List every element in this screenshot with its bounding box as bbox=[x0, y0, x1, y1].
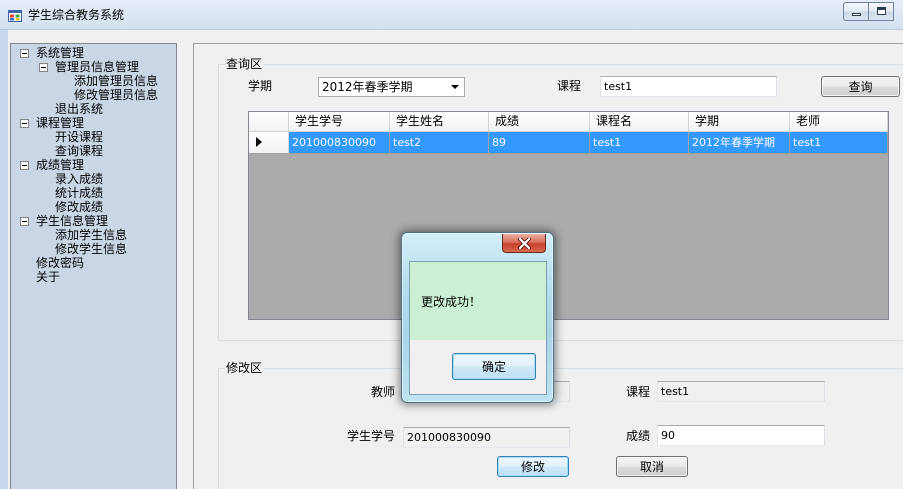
chevron-down-icon[interactable] bbox=[451, 85, 459, 89]
minimize-icon bbox=[852, 13, 861, 16]
modify-course-field[interactable] bbox=[657, 381, 825, 402]
tree-node-admin-info-management[interactable]: 管理员信息管理 bbox=[11, 60, 176, 74]
tree-node-label[interactable]: 管理员信息管理 bbox=[55, 60, 139, 74]
tree-node-edit-admin-info[interactable]: 修改管理员信息 bbox=[11, 88, 176, 102]
row-header[interactable] bbox=[249, 132, 289, 154]
table-cell[interactable]: test1 bbox=[590, 132, 689, 154]
tree-node-enter-scores[interactable]: 录入成绩 bbox=[11, 172, 176, 186]
modify-button[interactable]: 修改 bbox=[497, 456, 569, 477]
cancel-button[interactable]: 取消 bbox=[616, 456, 688, 477]
tree-node-add-admin-info[interactable]: 添加管理员信息 bbox=[11, 74, 176, 88]
search-button[interactable]: 查询 bbox=[821, 76, 900, 97]
column-header-teacher[interactable]: 老师 bbox=[790, 112, 888, 132]
collapse-icon[interactable] bbox=[20, 217, 29, 226]
course-label: 课程 bbox=[557, 79, 582, 93]
tree-node-label[interactable]: 系统管理 bbox=[36, 46, 84, 60]
tree-node-label[interactable]: 修改学生信息 bbox=[55, 242, 127, 256]
tree-node-label[interactable]: 录入成绩 bbox=[55, 172, 103, 186]
tree-node-label[interactable]: 修改成绩 bbox=[55, 200, 103, 214]
grid-body: 201000830090 test2 89 test1 2012年春季学期 te… bbox=[249, 132, 888, 154]
ok-button[interactable]: 确定 bbox=[452, 353, 536, 380]
term-select[interactable]: 2012年春季学期 bbox=[318, 77, 465, 97]
collapse-icon[interactable] bbox=[39, 63, 48, 72]
tree-node-label[interactable]: 成绩管理 bbox=[36, 158, 84, 172]
tree-node-change-password[interactable]: 修改密码 bbox=[11, 256, 176, 270]
maximize-button[interactable] bbox=[868, 2, 894, 21]
tree-node-edit-scores[interactable]: 修改成绩 bbox=[11, 200, 176, 214]
triangle-right-icon bbox=[256, 137, 262, 147]
table-cell[interactable]: 89 bbox=[489, 132, 590, 154]
column-header-student-id[interactable]: 学生学号 bbox=[289, 112, 390, 132]
collapse-icon[interactable] bbox=[20, 49, 29, 58]
table-cell[interactable]: test2 bbox=[390, 132, 489, 154]
score-field[interactable] bbox=[657, 425, 825, 446]
navigation-tree[interactable]: 系统管理 管理员信息管理 添加管理员信息 修改管理员信息 退出系统 课程管理 开… bbox=[10, 43, 177, 489]
student-id-label: 学生学号 bbox=[347, 429, 396, 443]
tree-node-open-course[interactable]: 开设课程 bbox=[11, 130, 176, 144]
tree-node-label[interactable]: 修改管理员信息 bbox=[74, 88, 158, 102]
modify-course-label: 课程 bbox=[626, 385, 651, 399]
maximize-icon bbox=[877, 7, 886, 15]
student-id-field[interactable] bbox=[403, 427, 570, 448]
tree-node-edit-student-info[interactable]: 修改学生信息 bbox=[11, 242, 176, 256]
table-row[interactable]: 201000830090 test2 89 test1 2012年春季学期 te… bbox=[249, 132, 888, 154]
tree-node-course-management[interactable]: 课程管理 bbox=[11, 116, 176, 130]
column-header-course-name[interactable]: 课程名 bbox=[590, 112, 689, 132]
column-header-score[interactable]: 成绩 bbox=[489, 112, 590, 132]
tree-node-add-student-info[interactable]: 添加学生信息 bbox=[11, 228, 176, 242]
tree-node-label[interactable]: 课程管理 bbox=[36, 116, 84, 130]
dialog-content: 更改成功！ 确定 bbox=[409, 261, 547, 395]
tree-node-label[interactable]: 统计成绩 bbox=[55, 186, 103, 200]
tree-node-system-management[interactable]: 系统管理 bbox=[11, 46, 176, 60]
collapse-icon[interactable] bbox=[20, 161, 29, 170]
tree-node-label[interactable]: 退出系统 bbox=[55, 102, 103, 116]
tree-node-label[interactable]: 开设课程 bbox=[55, 130, 103, 144]
dialog-close-button[interactable] bbox=[502, 234, 546, 253]
modify-group-title: 修改区 bbox=[225, 361, 264, 375]
tree-node-about[interactable]: 关于 bbox=[11, 270, 176, 284]
table-cell[interactable]: test1 bbox=[790, 132, 888, 154]
tree-node-label[interactable]: 关于 bbox=[36, 270, 60, 284]
title-bar[interactable] bbox=[0, 0, 903, 30]
tree-node-label[interactable]: 添加管理员信息 bbox=[74, 74, 158, 88]
collapse-icon[interactable] bbox=[20, 119, 29, 128]
tree-node-score-statistics[interactable]: 统计成绩 bbox=[11, 186, 176, 200]
window-title: 学生综合教务系统 bbox=[28, 8, 125, 22]
minimize-button[interactable] bbox=[843, 2, 869, 21]
dialog-message: 更改成功！ bbox=[421, 295, 482, 309]
tree-node-query-course[interactable]: 查询课程 bbox=[11, 144, 176, 158]
grid-header-corner bbox=[249, 112, 289, 132]
grid-header-row: 学生学号 学生姓名 成绩 课程名 学期 老师 bbox=[249, 112, 888, 132]
term-label: 学期 bbox=[248, 79, 273, 93]
tree-node-label[interactable]: 查询课程 bbox=[55, 144, 103, 158]
column-header-term[interactable]: 学期 bbox=[689, 112, 790, 132]
app-icon[interactable] bbox=[8, 9, 22, 23]
tree-node-label[interactable]: 添加学生信息 bbox=[55, 228, 127, 242]
tree-node-label[interactable]: 修改密码 bbox=[36, 256, 84, 270]
teacher-label: 教师 bbox=[371, 385, 396, 399]
tree-node-label[interactable]: 学生信息管理 bbox=[36, 214, 108, 228]
message-dialog[interactable]: 更改成功！ 确定 bbox=[401, 232, 554, 403]
tree-node-student-info-management[interactable]: 学生信息管理 bbox=[11, 214, 176, 228]
close-icon bbox=[518, 238, 531, 249]
query-group-title: 查询区 bbox=[225, 57, 264, 71]
tree-node-exit-system[interactable]: 退出系统 bbox=[11, 102, 176, 116]
results-grid[interactable]: 学生学号 学生姓名 成绩 课程名 学期 老师 201000830090 test… bbox=[248, 111, 889, 320]
course-search-input[interactable] bbox=[600, 76, 777, 97]
column-header-student-name[interactable]: 学生姓名 bbox=[390, 112, 489, 132]
table-cell[interactable]: 201000830090 bbox=[289, 132, 390, 154]
table-cell[interactable]: 2012年春季学期 bbox=[689, 132, 790, 154]
score-label: 成绩 bbox=[626, 429, 651, 443]
tree-node-score-management[interactable]: 成绩管理 bbox=[11, 158, 176, 172]
term-select-value: 2012年春季学期 bbox=[322, 80, 413, 94]
